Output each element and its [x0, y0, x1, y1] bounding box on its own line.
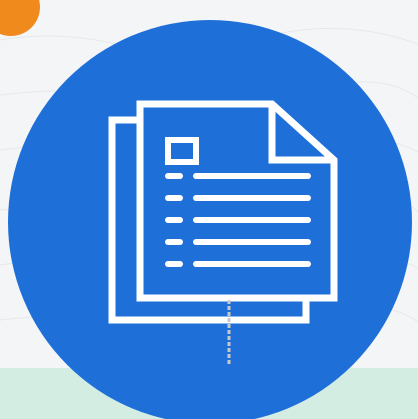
icon-canvas: [0, 0, 418, 419]
document-stack-icon: [108, 100, 338, 366]
